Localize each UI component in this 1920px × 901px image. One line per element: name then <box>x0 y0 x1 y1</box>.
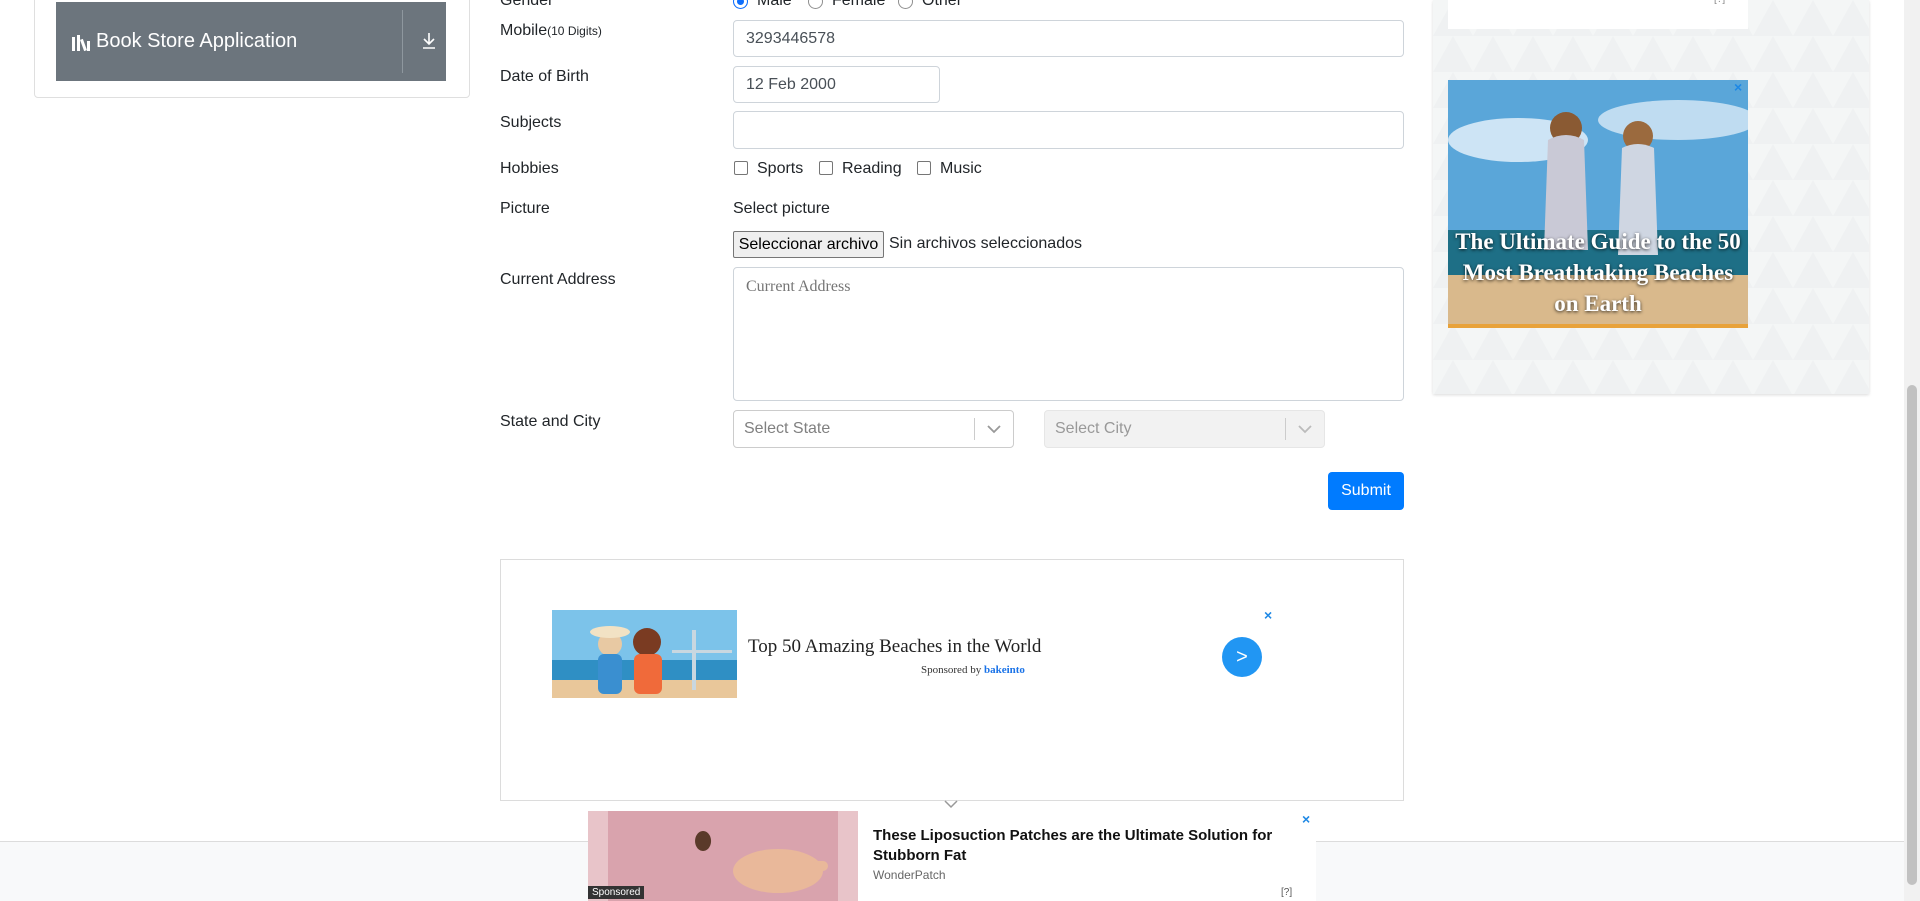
dob-label: Date of Birth <box>500 68 589 85</box>
ad-image-beach[interactable] <box>552 610 737 698</box>
gender-radio-female[interactable] <box>808 0 823 9</box>
gender-option-female: Female <box>832 0 886 9</box>
dob-input[interactable]: 12 Feb 2000 <box>733 66 940 103</box>
ad-info-icon[interactable]: [?] <box>1281 887 1292 898</box>
city-select[interactable]: Select City <box>1044 410 1325 448</box>
books-icon <box>72 33 92 51</box>
ad-info-icon[interactable]: [?] <box>1714 0 1725 5</box>
gender-option-other: Other <box>922 0 963 9</box>
chevron-down-icon[interactable] <box>975 424 1013 434</box>
gender-label: Gender <box>500 0 554 9</box>
choose-file-button[interactable]: Seleccionar archivo <box>733 231 884 258</box>
chevron-down-icon[interactable] <box>1286 424 1324 434</box>
state-select[interactable]: Select State <box>733 410 1014 448</box>
subjects-input[interactable] <box>733 111 1404 149</box>
hobby-checkbox-sports[interactable] <box>734 161 748 175</box>
sticky-ad-brand: WonderPatch <box>873 868 946 882</box>
ad-sponsor-name[interactable]: bakeinto <box>984 664 1025 676</box>
ad-go-button[interactable]: > <box>1222 637 1262 677</box>
ad-sponsor-line: Sponsored by bakeinto <box>921 664 1025 676</box>
right-ad-close-icon[interactable]: × <box>1734 79 1742 95</box>
hobby-label-music: Music <box>940 160 982 177</box>
ad-sponsor-prefix: Sponsored by <box>921 664 982 676</box>
hobby-checkbox-reading[interactable] <box>819 161 833 175</box>
hobby-label-reading: Reading <box>842 160 902 177</box>
hobby-label-sports: Sports <box>757 160 804 177</box>
gender-option-male: Male <box>757 0 792 9</box>
sticky-ad-close-icon[interactable]: × <box>1302 811 1310 827</box>
subjects-label: Subjects <box>500 114 562 131</box>
hobby-checkbox-music[interactable] <box>917 161 931 175</box>
gender-radio-other[interactable] <box>898 0 913 9</box>
sidebar-item-book-store[interactable]: Book Store Application <box>56 2 446 81</box>
download-icon[interactable] <box>421 32 437 50</box>
sponsored-badge: Sponsored <box>588 886 645 899</box>
ad-title[interactable]: Top 50 Amazing Beaches in the World <box>748 636 1041 658</box>
file-status: Sin archivos seleccionados <box>889 235 1082 252</box>
divider <box>402 10 403 73</box>
mobile-input[interactable]: 3293446578 <box>733 20 1404 57</box>
mobile-label: Mobile(10 Digits) <box>500 22 602 40</box>
right-ad-caption[interactable]: The Ultimate Guide to the 50 Most Breath… <box>1448 226 1748 319</box>
sticky-ad-title[interactable]: These Liposuction Patches are the Ultima… <box>873 826 1313 866</box>
submit-button[interactable]: Submit <box>1328 472 1404 510</box>
state-city-label: State and City <box>500 413 601 430</box>
address-label: Current Address <box>500 271 616 288</box>
city-placeholder: Select City <box>1055 420 1132 437</box>
mobile-label-hint: (10 Digits) <box>547 24 602 38</box>
picture-prompt: Select picture <box>733 200 830 217</box>
ad-close-icon[interactable]: × <box>1264 607 1272 623</box>
mobile-label-text: Mobile <box>500 22 548 39</box>
address-textarea[interactable] <box>733 267 1404 401</box>
gender-radio-male[interactable] <box>733 0 748 9</box>
picture-label: Picture <box>500 200 550 217</box>
right-ad-top-slot <box>1448 0 1748 29</box>
sidebar-item-label: Book Store Application <box>96 30 298 52</box>
hobbies-label: Hobbies <box>500 160 559 177</box>
scrollbar-thumb[interactable] <box>1907 385 1917 885</box>
state-placeholder: Select State <box>744 420 831 437</box>
